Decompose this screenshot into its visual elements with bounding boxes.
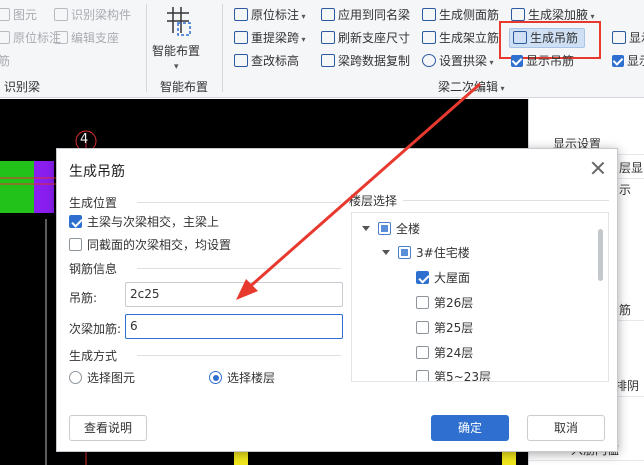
extra-rebar-input[interactable]: 6 — [125, 314, 343, 339]
floor-tree[interactable]: 全楼 3#住宅楼 大屋面 第26层 第25层 第24层 第5~23层 — [351, 212, 609, 382]
ribbon-item-edit-support[interactable]: 编辑支座 — [54, 29, 119, 47]
ok-button[interactable]: 确定 — [431, 415, 509, 441]
divider — [137, 268, 341, 269]
element-icon — [0, 8, 10, 21]
checkbox-checked-icon — [511, 55, 523, 67]
gear-icon — [422, 54, 436, 67]
chevron-down-icon[interactable] — [362, 226, 370, 231]
checkbox-main-secondary-intersect[interactable]: 主梁与次梁相交，主梁上 — [69, 214, 219, 230]
ribbon-item-generate-side-rebar[interactable]: 生成侧面筋 — [422, 6, 499, 24]
divider — [137, 355, 341, 356]
ribbon-item-re-extract-span[interactable]: 重提梁跨 ▾ — [234, 29, 306, 47]
hanger-rebar-label: 吊筋: — [69, 291, 98, 305]
tree-node-floor[interactable]: 第5~23层 — [416, 367, 491, 381]
group-separator — [222, 4, 223, 92]
mark-icon — [0, 31, 10, 44]
extra-rebar-label: 次梁加筋: — [69, 322, 122, 336]
ribbon-item-span-data-copy[interactable]: 梁跨数据复制 — [321, 52, 410, 70]
checkbox-partial-icon[interactable] — [378, 222, 391, 235]
tree-node-all-building[interactable]: 全楼 — [362, 219, 420, 239]
refresh-icon — [321, 31, 335, 44]
cancel-button[interactable]: 取消 — [527, 415, 605, 441]
ribbon-item-original-mark-2[interactable]: 原位标注 ▾ — [234, 6, 306, 24]
tree-node-building[interactable]: 3#住宅楼 — [382, 243, 470, 263]
group-label-recognize-beam: 识别梁 — [4, 80, 41, 94]
original-mark-icon — [234, 8, 248, 21]
dialog-title: 生成吊筋 — [69, 164, 125, 180]
checkbox-unchecked-icon[interactable] — [416, 370, 429, 381]
section-title-method: 生成方式 — [69, 349, 118, 363]
checkbox-show-hanger-rebar[interactable]: 显示吊筋 — [511, 52, 574, 70]
radio-selected-icon — [209, 371, 222, 384]
checkbox-checked-icon[interactable] — [416, 271, 429, 284]
section-title-rebar-info: 钢筋信息 — [69, 262, 118, 276]
tree-node-floor[interactable]: 第26层 — [416, 293, 473, 313]
help-button[interactable]: 查看说明 — [69, 415, 147, 441]
radio-select-element[interactable]: 选择图元 — [69, 370, 135, 386]
ribbon-item-check-elevation[interactable]: 查改标高 — [234, 52, 299, 70]
ribbon-item-set-arch-beam[interactable]: 设置拱梁 ▾ — [422, 52, 494, 70]
tree-node-floor[interactable]: 第24层 — [416, 343, 473, 363]
group-label-smart-layout: 智能布置 — [160, 80, 209, 94]
ribbon-item-element[interactable]: 图元 — [0, 6, 37, 24]
group-separator — [146, 4, 147, 92]
checkbox-unchecked-icon[interactable] — [416, 321, 429, 334]
checkbox-partial-icon[interactable] — [398, 246, 411, 259]
display-icon — [612, 31, 626, 44]
ribbon-item-rebar[interactable]: 筋 — [0, 52, 10, 70]
checkbox-display[interactable]: 显示 — [612, 52, 644, 70]
ribbon-item-display[interactable]: 显示 — [612, 29, 644, 47]
close-icon[interactable] — [589, 159, 607, 177]
re-extract-span-icon — [234, 31, 248, 44]
checkbox-checked-icon — [612, 55, 624, 67]
smart-layout-dropdown-icon[interactable]: ▾ — [174, 58, 179, 76]
section-title-position: 生成位置 — [69, 196, 118, 210]
beam-haunch-icon — [511, 8, 525, 21]
checkbox-unchecked-icon[interactable] — [416, 296, 429, 309]
ribbon-toolbar: 图元 识别梁构件 原位标注 编辑支座 筋 识别梁 智能布置 ▾ 智能布置 原位标… — [0, 0, 644, 98]
divider — [137, 202, 341, 203]
tree-node-floor[interactable]: 大屋面 — [416, 268, 470, 288]
checkbox-same-section-intersect[interactable]: 同截面的次梁相交，均设置 — [69, 237, 231, 253]
checkbox-checked-icon — [69, 215, 82, 228]
copy-icon — [321, 54, 335, 67]
side-rebar-icon — [422, 8, 436, 21]
check-elevation-icon — [234, 54, 248, 67]
generate-hanger-rebar-dialog: 生成吊筋 生成位置 主梁与次梁相交，主梁上 同截面的次梁相交，均设置 钢筋信息 … — [56, 148, 618, 452]
section-title-floor-select: 楼层选择 — [349, 194, 398, 208]
ribbon-item-refresh-support-size[interactable]: 刷新支座尺寸 — [321, 29, 410, 47]
erection-rebar-icon — [422, 31, 436, 44]
chevron-down-icon[interactable] — [382, 250, 390, 255]
edit-support-icon — [54, 31, 68, 44]
checkbox-unchecked-icon — [69, 238, 82, 251]
ribbon-item-generate-erection-rebar[interactable]: 生成架立筋 — [422, 29, 499, 47]
hanger-rebar-input[interactable]: 2c25 — [125, 282, 343, 307]
radio-select-floor[interactable]: 选择楼层 — [209, 370, 275, 386]
smart-layout-icon — [167, 7, 191, 36]
checkbox-unchecked-icon[interactable] — [416, 346, 429, 359]
radio-unselected-icon — [69, 371, 82, 384]
ribbon-item-recognize-beam-component[interactable]: 识别梁构件 — [54, 6, 131, 24]
recognize-icon — [54, 8, 68, 21]
group-label-beam-secondary-edit: 梁二次编辑 ▾ — [438, 80, 505, 94]
tree-node-floor[interactable]: 第25层 — [416, 318, 473, 338]
apply-same-beam-icon — [321, 8, 335, 21]
axis-marker-label: 4 — [80, 132, 89, 147]
divider — [403, 200, 609, 201]
ribbon-item-apply-same-beam[interactable]: 应用到同名梁 — [321, 6, 410, 24]
ribbon-item-original-mark[interactable]: 原位标注 — [0, 29, 61, 47]
tree-scrollbar[interactable] — [598, 229, 603, 281]
